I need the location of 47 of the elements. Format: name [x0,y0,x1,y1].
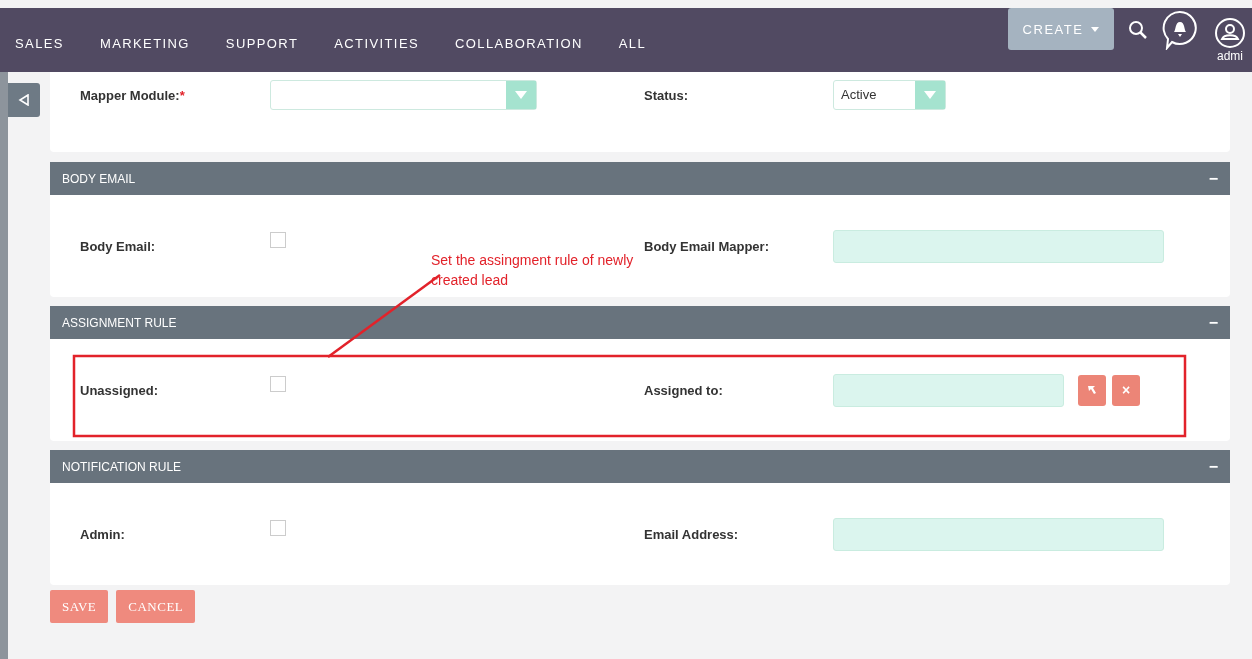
nav-menu-item[interactable]: ALL [618,35,647,51]
section-header[interactable]: BODY EMAIL − [50,162,1230,195]
nav-menu-item[interactable]: SUPPORT [225,35,299,51]
user-avatar-icon[interactable] [1214,17,1246,49]
field-label: Admin: [80,526,125,542]
section-title: ASSIGNMENT RULE [62,315,177,330]
section-title: NOTIFICATION RULE [62,459,182,474]
section-header[interactable]: NOTIFICATION RULE − [50,450,1230,483]
user-name[interactable]: admi [1217,49,1243,63]
notification-bell-icon[interactable] [1162,10,1198,50]
collapse-toggle[interactable]: − [1208,169,1218,188]
section-header[interactable]: ASSIGNMENT RULE − [50,306,1230,339]
field-label: Email Address: [644,526,739,542]
field-label: Body Email Mapper: [644,238,769,254]
caret-icon [1091,26,1100,32]
clear-button[interactable]: × [1112,374,1140,406]
collapse-toggle[interactable]: − [1208,457,1218,476]
nav-menu-item[interactable]: MARKETING [99,35,190,51]
dropdown-arrow-icon [515,91,527,99]
section-title: BODY EMAIL [62,171,136,186]
select-field[interactable] [270,80,537,110]
nav-menu-item[interactable]: ACTIVITIES [334,35,420,51]
text-field[interactable] [833,517,1164,551]
checkbox[interactable] [270,376,286,392]
select-field[interactable]: Active [833,80,946,110]
cancel-button[interactable]: CANCEL [116,590,196,623]
triangle-left-icon [18,94,30,106]
select-button[interactable] [1078,374,1106,406]
sidebar-toggle-button[interactable] [8,83,40,117]
field-label: Assigned to: [644,382,723,398]
field-label: Unassigned: [80,382,158,398]
required-mark: * [179,87,185,103]
field-label: Body Email: [80,238,156,254]
cursor-arrow-icon [1087,385,1097,395]
nav-menu-item[interactable]: SALES [15,35,64,51]
dropdown-arrow-icon [924,91,936,99]
text-field[interactable] [833,229,1164,263]
text-field[interactable] [833,373,1064,407]
field-label: Status: [644,87,689,103]
annotation-text: Set the assingment rule of newly created lead [431,251,635,290]
field-label: Mapper Module: [80,87,180,103]
save-button[interactable]: SAVE [50,590,109,623]
checkbox[interactable] [270,232,286,248]
collapse-toggle[interactable]: − [1208,313,1218,332]
checkbox[interactable] [270,520,286,536]
nav-menu-item[interactable]: COLLABORATION [455,35,583,51]
search-icon[interactable] [1128,20,1148,40]
